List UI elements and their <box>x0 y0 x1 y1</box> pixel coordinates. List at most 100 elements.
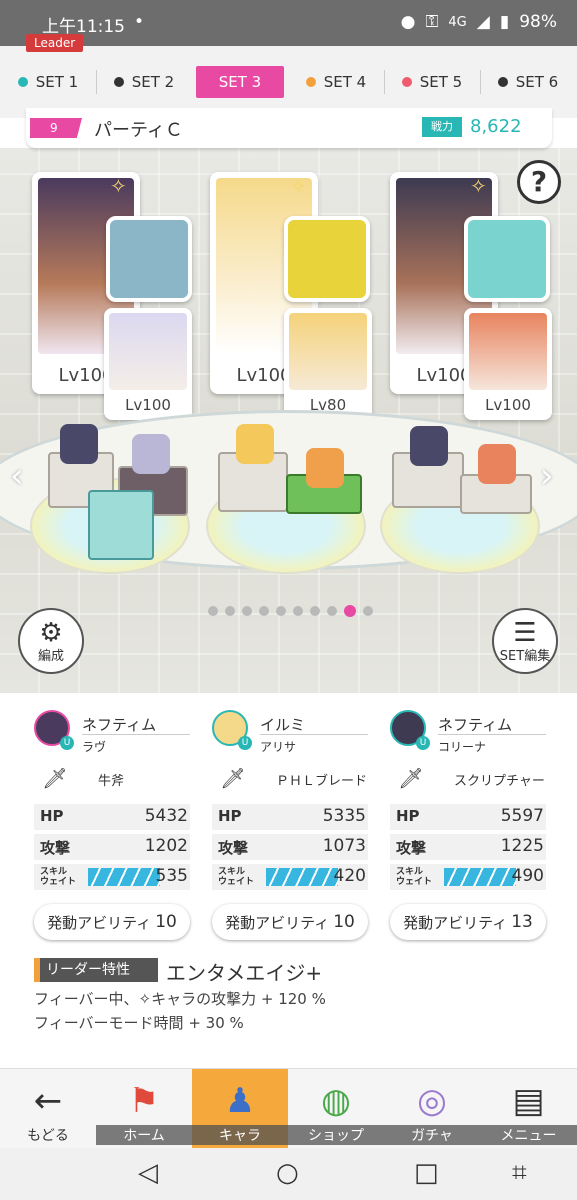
tab-set-5[interactable]: SET 5 <box>388 66 476 98</box>
set-edit-label: SET編集 <box>499 649 551 664</box>
nav-back[interactable]: ← もどる <box>0 1069 96 1149</box>
sparkle-icon: ✧ <box>470 174 487 198</box>
help-button[interactable]: ? <box>517 160 561 204</box>
nav-label: ガチャ <box>384 1125 480 1145</box>
status-bar: 上午11:15 • ● ⚿ 4G ◢ ▮ 98% <box>0 0 577 46</box>
nav-gacha[interactable]: ◎ ガチャ <box>384 1069 480 1149</box>
leader-trait-name: エンタメエイジ+ <box>166 961 323 985</box>
tab-set-6[interactable]: SET 6 <box>484 66 572 98</box>
leader-tag: Leader <box>26 34 84 52</box>
wait-stat: スキル ウェイト 490 <box>390 864 546 890</box>
nav-label: キャラ <box>192 1125 288 1145</box>
ability-button[interactable]: 発動アビリティ 10 <box>212 904 368 940</box>
system-recents-icon[interactable]: □ <box>414 1158 439 1188</box>
sub-character-card-2[interactable]: Lv80 <box>284 308 372 420</box>
home-icon: ⚑ <box>128 1081 160 1121</box>
set-edit-button[interactable]: ☰ SET編集 <box>492 608 558 674</box>
shop-bag-icon: ◍ <box>321 1081 351 1121</box>
weapon-slot-2[interactable] <box>284 216 370 302</box>
tab-set-4[interactable]: SET 4 <box>292 66 380 98</box>
hp-value: 5335 <box>322 806 366 826</box>
weapon-name: スクリプチャー <box>454 774 545 789</box>
tab-set-2[interactable]: SET 2 <box>100 66 188 98</box>
formation-button[interactable]: ⚙ 編成 <box>18 608 84 674</box>
atk-label: 攻撃 <box>396 839 427 857</box>
tab-label: SET 4 <box>323 73 367 91</box>
nav-label: メニュー <box>480 1125 577 1145</box>
nav-label: もどる <box>27 1128 69 1144</box>
party-name: パーティＣ <box>94 120 183 141</box>
nav-menu[interactable]: ▤ メニュー <box>480 1069 577 1149</box>
page-dot <box>259 606 269 616</box>
divider <box>82 734 190 735</box>
hp-label: HP <box>396 807 420 825</box>
nav-home[interactable]: ⚑ ホーム <box>96 1069 192 1149</box>
system-home-icon[interactable]: ○ <box>276 1158 299 1188</box>
wait-label: スキル ウェイト <box>396 867 433 887</box>
system-nav-bar: ◁ ○ □ ⌗ <box>0 1148 577 1200</box>
sub-level: Lv100 <box>485 396 531 414</box>
signal-icon: ◢ <box>476 12 490 32</box>
leader-trait-desc-2: フィーバーモード時間 + 30 % <box>34 1014 244 1032</box>
leader-trait-label: リーダー特性 <box>34 958 158 982</box>
gacha-orb-icon: ◎ <box>417 1081 447 1121</box>
status-dot: • <box>134 12 145 32</box>
page-dot <box>208 606 218 616</box>
sub-character-card-1[interactable]: Lv100 <box>104 308 192 420</box>
weapon-name: 牛斧 <box>98 774 125 789</box>
tab-label: SET 6 <box>515 73 559 91</box>
party-number: 9 <box>30 118 82 138</box>
pedestal <box>88 490 154 560</box>
tab-set-1[interactable]: SET 1 <box>4 66 92 98</box>
sub-character-name: アリサ <box>260 740 297 754</box>
chibi-sprite <box>236 424 274 464</box>
ability-button[interactable]: 発動アビリティ 13 <box>390 904 546 940</box>
ability-label: 発動アビリティ <box>403 913 508 932</box>
tab-label: SET 3 <box>218 73 262 91</box>
set-color-dot <box>401 77 412 87</box>
nav-shop[interactable]: ◍ ショップ <box>288 1069 384 1149</box>
atk-stat: 攻撃 1225 <box>390 834 546 860</box>
chibi-sprite <box>410 426 448 466</box>
sparkle-icon: ✧ <box>110 174 127 198</box>
wait-value: 535 <box>155 866 188 886</box>
chibi-sprite <box>306 448 344 488</box>
element-badge: U <box>60 736 74 750</box>
atk-label: 攻撃 <box>40 839 71 857</box>
wait-label: スキル ウェイト <box>218 867 255 887</box>
page-dot <box>225 606 235 616</box>
gear-person-icon: ⚙ <box>39 618 63 648</box>
divider <box>438 734 546 735</box>
element-badge: U <box>238 736 252 750</box>
leader-trait-desc-1: フィーバー中、✧キャラの攻撃力 + 120 % <box>34 990 326 1008</box>
wait-value: 420 <box>333 866 366 886</box>
chevron-right-icon[interactable]: › <box>540 456 554 496</box>
atk-value: 1202 <box>144 836 188 856</box>
weapon-slot-1[interactable] <box>106 216 192 302</box>
party-bar[interactable]: 9 パーティＣ 戦力 8,622 <box>26 108 552 148</box>
ability-label: 発動アビリティ <box>225 913 330 932</box>
atk-value: 1225 <box>500 836 544 856</box>
wait-stat: スキル ウェイト 420 <box>212 864 368 890</box>
wait-stat: スキル ウェイト 535 <box>34 864 190 890</box>
ability-count: 10 <box>155 912 177 932</box>
tab-label: SET 1 <box>35 73 79 91</box>
weapon-icon: 🗡 <box>42 766 68 790</box>
tab-divider <box>480 70 481 94</box>
ability-label: 発動アビリティ <box>47 913 152 932</box>
tab-set-3[interactable]: SET 3 <box>196 66 284 98</box>
hp-stat: HP 5335 <box>212 804 368 830</box>
chevron-left-icon[interactable]: ‹ <box>10 456 24 496</box>
element-badge: U <box>416 736 430 750</box>
battery-icon: ▮ <box>499 12 510 32</box>
page-dot <box>327 606 337 616</box>
ability-button[interactable]: 発動アビリティ 10 <box>34 904 190 940</box>
system-back-icon[interactable]: ◁ <box>138 1158 158 1188</box>
hp-stat: HP 5432 <box>34 804 190 830</box>
list-icon: ☰ <box>513 618 537 648</box>
weapon-slot-3[interactable] <box>464 216 550 302</box>
sub-character-card-3[interactable]: Lv100 <box>464 308 552 420</box>
network-label: 4G <box>448 14 467 30</box>
nav-chara[interactable]: ♟ キャラ <box>192 1069 288 1149</box>
gamepad-icon[interactable]: ⌗ <box>512 1158 527 1189</box>
